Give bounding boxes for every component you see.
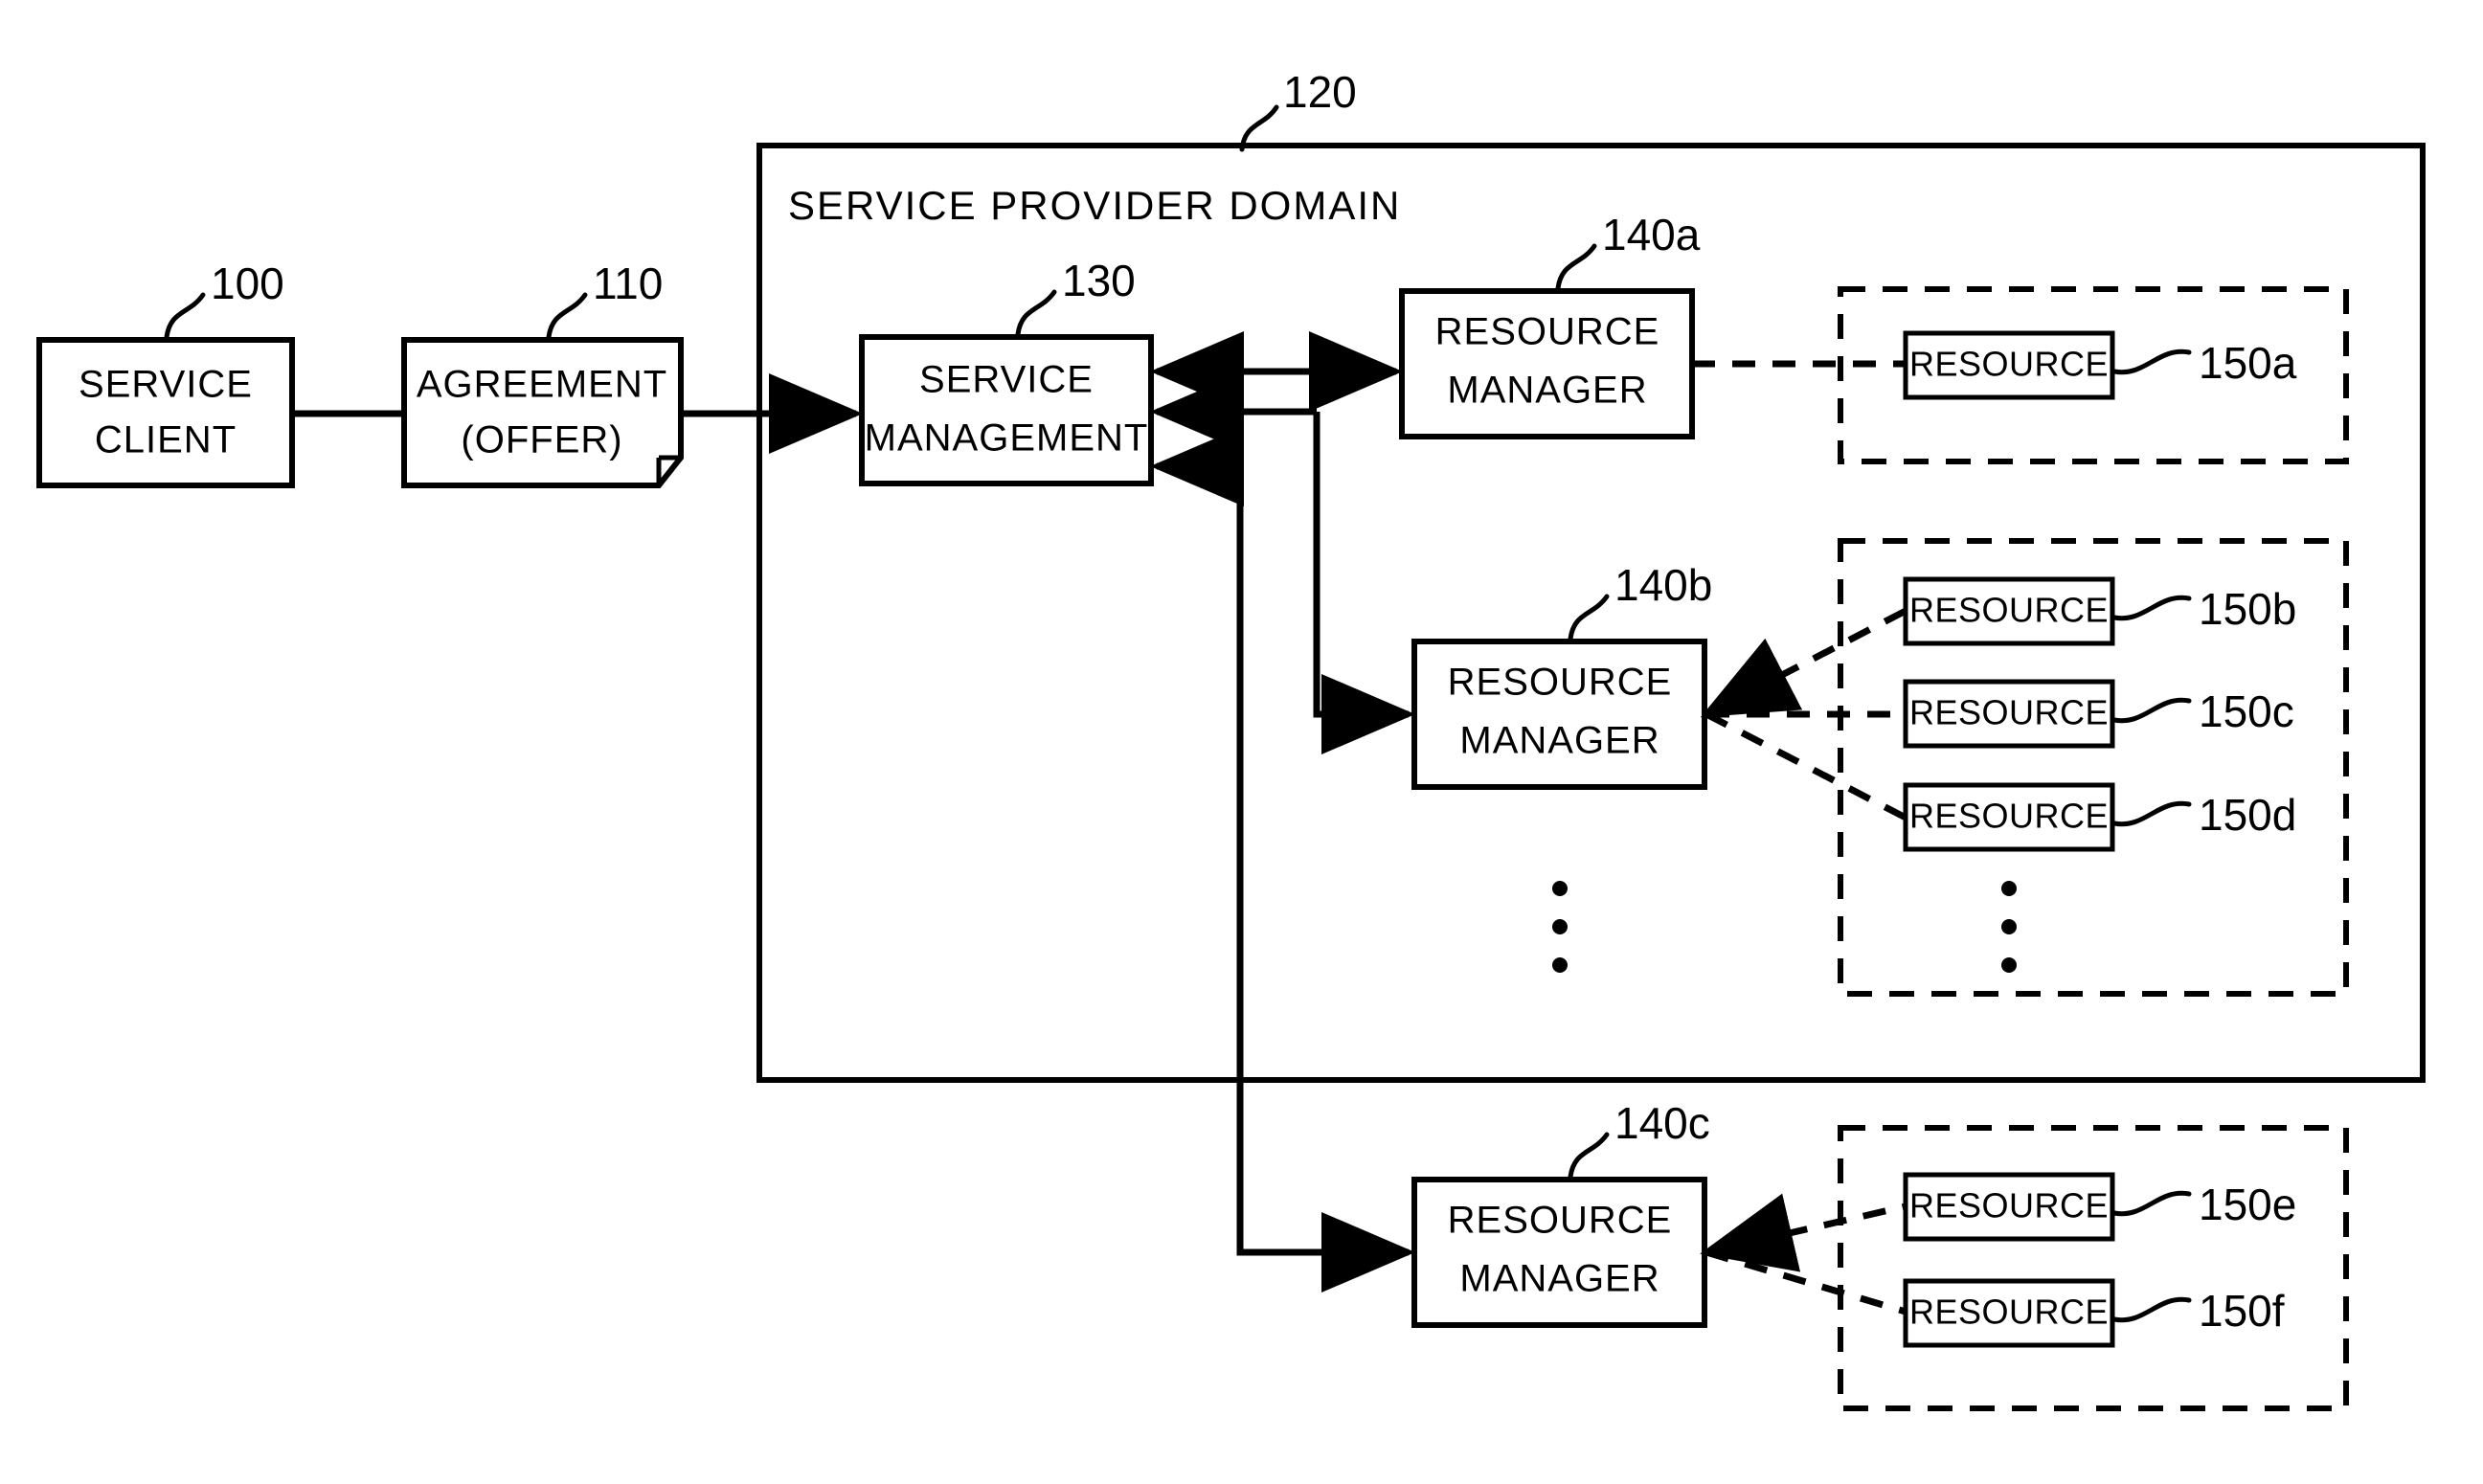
service-management-label-line1: SERVICE (919, 359, 1094, 401)
ref-label-150f: 150f (2199, 1286, 2285, 1336)
resource-manager-b-label-line1: RESOURCE (1448, 662, 1673, 704)
ref-label-120: 120 (1283, 67, 1357, 117)
service-client-label-line2: CLIENT (95, 419, 237, 461)
ref-label-150c: 150c (2199, 686, 2294, 736)
link-resource-150b-to-rm-b (1700, 607, 1907, 718)
resource-150f-label: RESOURCE (1909, 1293, 2109, 1332)
agreement-label-line1: AGREEMENT (417, 364, 667, 406)
ref-label-110: 110 (593, 259, 663, 308)
service-management-label-line2: MANAGEMENT (865, 417, 1149, 460)
link-resource-150f-to-rm-c (1705, 1248, 1907, 1315)
leader-line-150d (2111, 800, 2192, 827)
leader-line-150b (2111, 595, 2192, 621)
ref-label-140b: 140b (1614, 560, 1712, 610)
leader-line-140c (1568, 1132, 1610, 1180)
ref-label-150b: 150b (2199, 584, 2296, 634)
connector-sm-to-rm-b-route (1313, 412, 1415, 754)
link-resource-150d-to-rm-b (1704, 710, 1907, 821)
service-provider-domain-title: SERVICE PROVIDER DOMAIN (788, 183, 1401, 228)
resource-manager-a-label-line1: RESOURCE (1435, 311, 1660, 353)
leader-line-150f (2111, 1296, 2192, 1323)
resource-manager-column-ellipsis (1552, 881, 1568, 973)
ref-label-150d: 150d (2199, 790, 2296, 840)
resource-manager-c-label-line1: RESOURCE (1448, 1200, 1673, 1242)
leader-line-130 (1015, 289, 1057, 337)
leader-line-100 (164, 292, 206, 340)
leader-line-140a (1555, 243, 1597, 291)
agreement-label-line2: (OFFER) (461, 419, 622, 461)
resource-manager-c-label-line2: MANAGER (1459, 1258, 1659, 1300)
leader-line-150a (2111, 349, 2192, 375)
figure-canvas: SERVICE PROVIDER DOMAIN 120 SERVICE CLIE… (36, 67, 2426, 1411)
service-client-label-line1: SERVICE (79, 364, 253, 406)
resource-150d-label: RESOURCE (1909, 797, 2109, 836)
leader-line-150e (2111, 1190, 2192, 1217)
resource-150c-label: RESOURCE (1909, 693, 2109, 732)
resource-150e-label: RESOURCE (1909, 1186, 2109, 1225)
ref-label-140a: 140a (1602, 210, 1701, 259)
link-resource-150e-to-rm-c (1700, 1193, 1907, 1272)
resource-manager-a-label-line2: MANAGER (1447, 370, 1647, 412)
leader-line-110 (546, 292, 588, 340)
service-client-box (36, 337, 295, 488)
resource-group-c-dashed-box (1838, 1125, 2349, 1411)
agreement-document-shape (401, 337, 684, 488)
resource-150a-label: RESOURCE (1909, 345, 2109, 384)
resource-150b-label: RESOURCE (1909, 591, 2109, 630)
leader-line-140b (1568, 594, 1610, 641)
ref-label-130: 130 (1062, 256, 1136, 305)
leader-line-150c (2111, 697, 2192, 724)
patent-figure: SERVICE PROVIDER DOMAIN 120 SERVICE CLIE… (0, 0, 2483, 1484)
resource-manager-b-label-line2: MANAGER (1459, 720, 1659, 762)
ref-label-150a: 150a (2199, 338, 2297, 388)
ref-label-150e: 150e (2199, 1180, 2296, 1229)
ref-label-100: 100 (211, 259, 284, 308)
resource-group-b-ellipsis (2001, 881, 2017, 973)
connector-sm-to-rm-c-route (1236, 466, 1415, 1293)
ref-label-140c: 140c (1614, 1098, 1710, 1148)
